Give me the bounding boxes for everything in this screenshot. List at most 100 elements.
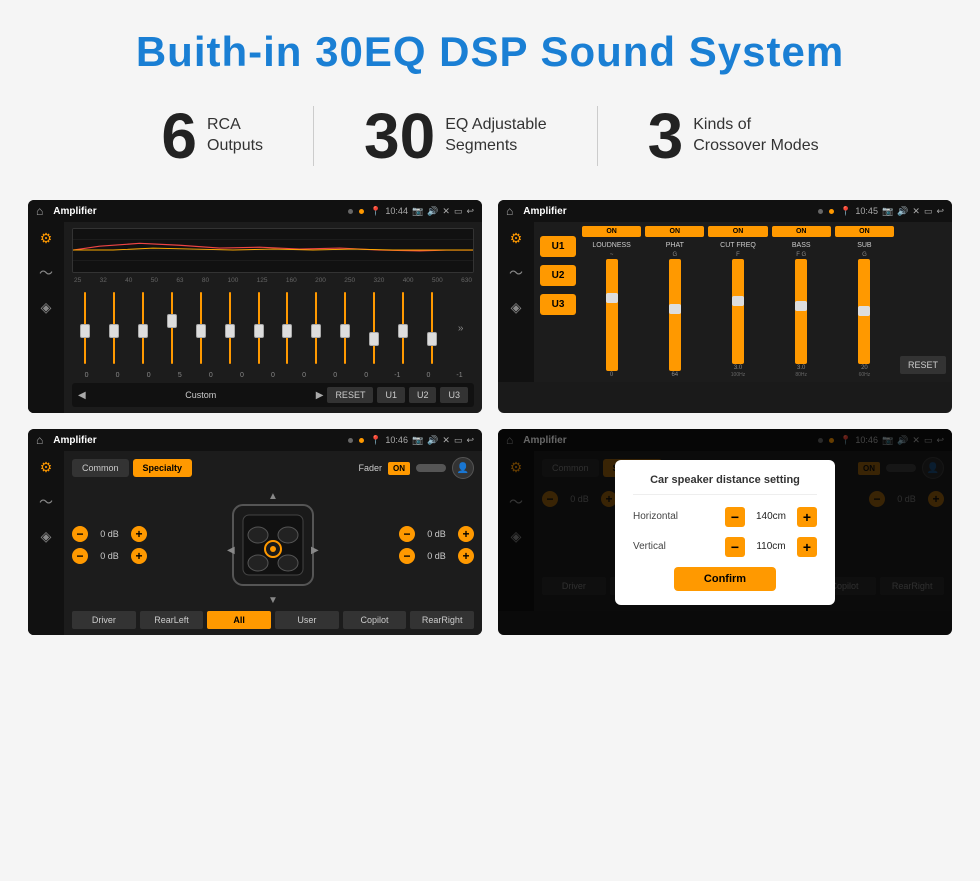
speaker-sidebar-icon-1[interactable]: ⚙ (40, 459, 53, 476)
back-icon: ↩ (466, 206, 474, 217)
slider-6[interactable] (216, 292, 243, 364)
freq-630: 630 (461, 277, 472, 284)
fader-slider[interactable] (416, 464, 446, 472)
page-wrapper: Buith-in 30EQ DSP Sound System 6 RCA Out… (0, 0, 980, 881)
crossover-sidebar-icon-1[interactable]: ⚙ (510, 230, 523, 247)
freq-500: 500 (432, 277, 443, 284)
rearleft-btn[interactable]: RearLeft (140, 611, 204, 629)
db-val-4: 0 dB (419, 551, 454, 561)
slider-9[interactable] (303, 292, 330, 364)
location-icon-3: 📍 (370, 435, 381, 446)
svg-text:◀: ◀ (227, 545, 235, 556)
db-val-3: 0 dB (419, 529, 454, 539)
eq-preset-label: Custom (90, 390, 312, 400)
u1-btn[interactable]: U1 (377, 387, 405, 403)
horizontal-plus-btn[interactable]: + (797, 507, 817, 527)
vertical-minus-btn[interactable]: − (725, 537, 745, 557)
db-minus-3[interactable]: − (399, 526, 415, 542)
distance-dialog-overlay: Car speaker distance setting Horizontal … (498, 429, 952, 635)
eq-content: ⚙ 〜 ◈ (28, 222, 482, 413)
common-tab[interactable]: Common (72, 459, 129, 477)
channel-bass: ON BASS F G 3.0 80Hz (772, 226, 831, 378)
u1-crossover-btn[interactable]: U1 (540, 236, 576, 257)
user-btn[interactable]: User (275, 611, 339, 629)
eq-sidebar-vol-icon[interactable]: ◈ (41, 299, 52, 316)
db-plus-2[interactable]: + (131, 548, 147, 564)
prev-arrow[interactable]: ◀ (78, 390, 86, 401)
stat-crossover: 3 Kinds of Crossover Modes (598, 104, 869, 168)
freq-63: 63 (176, 277, 183, 284)
slider-3[interactable] (130, 292, 157, 364)
db-minus-2[interactable]: − (72, 548, 88, 564)
u3-crossover-btn[interactable]: U3 (540, 294, 576, 315)
eq-sidebar-wave-icon[interactable]: 〜 (39, 263, 53, 283)
freq-40: 40 (125, 277, 132, 284)
slider-12[interactable] (389, 292, 416, 364)
cutfreq-header: ON (708, 226, 767, 237)
crossover-status-bar: ⌂ Amplifier 📍 10:45 📷 🔊 ✕ ▭ ↩ (498, 200, 952, 222)
crossover-reset-col: RESET (900, 226, 946, 378)
speaker-content: ⚙ 〜 ◈ Common Specialty Fader ON (28, 451, 482, 635)
driver-btn[interactable]: Driver (72, 611, 136, 629)
camera-icon-3: 📷 (412, 435, 423, 446)
slider-1[interactable] (72, 292, 99, 364)
close-icon: ✕ (442, 206, 450, 217)
u2-crossover-btn[interactable]: U2 (540, 265, 576, 286)
db-plus-3[interactable]: + (458, 526, 474, 542)
freq-160: 160 (286, 277, 297, 284)
slider-2[interactable] (101, 292, 128, 364)
eq-graph (72, 228, 474, 273)
u-buttons: U1 U2 U3 (540, 226, 576, 378)
slider-11[interactable] (361, 292, 388, 364)
slider-8[interactable] (274, 292, 301, 364)
freq-400: 400 (403, 277, 414, 284)
status-dot-6 (359, 438, 364, 443)
slider-7[interactable] (245, 292, 272, 364)
next-arrow[interactable]: ▶ (316, 390, 324, 401)
fader-on-badge: ON (388, 462, 410, 475)
vertical-plus-btn[interactable]: + (797, 537, 817, 557)
crossover-sidebar-icon-2[interactable]: 〜 (509, 263, 523, 283)
slider-4[interactable] (159, 292, 186, 364)
reset-btn[interactable]: RESET (327, 387, 373, 403)
db-plus-1[interactable]: + (131, 526, 147, 542)
all-btn[interactable]: All (207, 611, 271, 629)
db-row-2: − 0 dB + (72, 548, 147, 564)
speaker-sidebar-icon-2[interactable]: 〜 (39, 492, 53, 512)
horizontal-row: Horizontal − 140cm + (633, 507, 817, 527)
freq-numbers: 25 32 40 50 63 80 100 125 160 200 250 32… (72, 277, 474, 284)
db-minus-4[interactable]: − (399, 548, 415, 564)
rearright-btn[interactable]: RearRight (410, 611, 474, 629)
slider-13[interactable] (418, 292, 445, 364)
copilot-btn[interactable]: Copilot (343, 611, 407, 629)
eq-sidebar-tune-icon[interactable]: ⚙ (40, 230, 53, 247)
status-dot-4 (829, 209, 834, 214)
slider-5[interactable] (187, 292, 214, 364)
slider-10[interactable] (332, 292, 359, 364)
db-plus-4[interactable]: + (458, 548, 474, 564)
db-controls-left: − 0 dB + − 0 dB + (72, 526, 147, 564)
distance-screen-card: ⌂ Amplifier 📍 10:46 📷 🔊 ✕ ▭ ↩ ⚙ 〜 (498, 429, 952, 635)
u2-btn[interactable]: U2 (409, 387, 437, 403)
battery-icon: ▭ (454, 206, 463, 217)
db-row-3: − 0 dB + (399, 526, 474, 542)
confirm-button[interactable]: Confirm (674, 567, 776, 591)
crossover-reset-btn[interactable]: RESET (900, 356, 946, 374)
horizontal-minus-btn[interactable]: − (725, 507, 745, 527)
skip-icon-col: » (447, 292, 474, 364)
speaker-layout: − 0 dB + − 0 dB + (72, 485, 474, 605)
specialty-tab[interactable]: Specialty (133, 459, 193, 477)
u3-btn[interactable]: U3 (440, 387, 468, 403)
status-dot-2 (359, 209, 364, 214)
db-minus-1[interactable]: − (72, 526, 88, 542)
speaker-main: Common Specialty Fader ON 👤 (64, 451, 482, 635)
db-row-1: − 0 dB + (72, 526, 147, 542)
stat-label-rca: RCA Outputs (207, 115, 263, 157)
crossover-sidebar-icon-3[interactable]: ◈ (511, 299, 522, 316)
crossover-app-title: Amplifier (523, 206, 812, 217)
speaker-sidebar-icon-3[interactable]: ◈ (41, 528, 52, 545)
channel-sub: ON SUB G 20 60Hz (835, 226, 894, 378)
db-row-4: − 0 dB + (399, 548, 474, 564)
fader-row: Fader ON 👤 (358, 457, 474, 479)
horizontal-label: Horizontal (633, 511, 693, 522)
